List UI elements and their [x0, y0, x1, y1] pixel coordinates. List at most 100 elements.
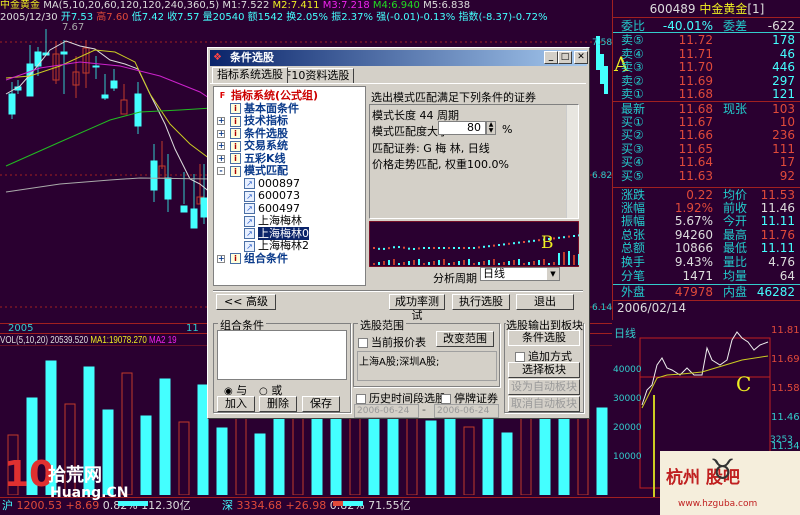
choose-block-button[interactable]: 选择板块: [508, 362, 580, 378]
watermark-hzguba: 杭州 股吧 ♉ www.hzguba.com: [660, 451, 800, 515]
tree-item-label: 模式匹配: [244, 164, 288, 177]
delete-button[interactable]: 删除: [259, 396, 297, 412]
stock-name: 中金黄金: [0, 0, 40, 11]
dialog-titlebar[interactable]: ❖ 条件选股 _ □ ✕: [210, 50, 588, 66]
pattern-volume: [568, 251, 570, 265]
tree-item[interactable]: - i 模式匹配: [217, 164, 288, 177]
output-block-field[interactable]: 条件选股: [508, 330, 580, 346]
current-quote-checkbox[interactable]: 当前报价表: [358, 334, 426, 350]
expand-icon[interactable]: +: [217, 154, 225, 163]
date-separator: -: [422, 403, 426, 416]
match-spinner[interactable]: ▲ ▼: [486, 121, 496, 135]
tree-item[interactable]: + i 交易系统: [217, 140, 288, 152]
tree-item[interactable]: + i 条件选股: [217, 127, 288, 140]
volume-bar: [159, 378, 171, 495]
row-label: 买③: [621, 141, 644, 156]
date-tick: 2005: [8, 323, 34, 334]
pattern-point: [538, 239, 540, 242]
bar-date: 2005/12/30: [0, 12, 58, 23]
expand-icon[interactable]: +: [217, 117, 225, 125]
tree-item[interactable]: ↗ 上海梅林: [244, 215, 302, 227]
match-threshold-input[interactable]: 80: [438, 121, 486, 135]
pattern-volume: [578, 254, 579, 265]
add-button[interactable]: 加入: [217, 396, 255, 412]
advanced-button[interactable]: << 高级: [216, 294, 276, 310]
tree-item[interactable]: + i 组合条件: [217, 252, 288, 265]
pattern-point: [433, 247, 435, 249]
tree-item[interactable]: + i 技术指标: [217, 115, 288, 127]
minimize-button[interactable]: _: [544, 51, 558, 64]
weibi-value: -40.01%: [662, 19, 713, 33]
row-price: 11.71: [678, 46, 713, 61]
pattern-volume: [388, 260, 390, 265]
expand-icon[interactable]: +: [217, 142, 225, 150]
chevron-down-icon[interactable]: ▼: [547, 268, 559, 280]
chart-icon: ↗: [244, 215, 255, 227]
annotation-b: B: [541, 233, 554, 253]
tree-item[interactable]: i 基本面条件: [230, 102, 299, 115]
stat-row: 总张 94260 最高 11.76: [613, 228, 800, 242]
success-rate-test-button[interactable]: 成功率测试: [389, 294, 445, 322]
pattern-volume: [453, 262, 455, 265]
amount: 额1542: [247, 12, 284, 23]
cancel-auto-block-button[interactable]: 取消自动板块: [508, 396, 580, 412]
sz-index[interactable]: 深 3334.68 +26.98 0.82% 71.55亿: [222, 498, 411, 514]
candle-body: [60, 51, 68, 55]
pattern-point: [403, 246, 405, 249]
set-auto-block-button[interactable]: 设为自动板块: [508, 379, 580, 395]
row-label: 卖⑤: [621, 33, 644, 47]
row-volume: 10: [779, 114, 795, 129]
candle-body: [600, 54, 604, 84]
quote-date-row: 2006/02/14: [613, 300, 800, 315]
pattern-point: [478, 246, 480, 249]
date-to-input[interactable]: 2006-06-24: [434, 404, 499, 418]
pattern-volume: [563, 252, 565, 265]
stat-value: 11.46: [760, 200, 795, 215]
indicator-icon: i: [230, 128, 241, 139]
period-label: 分析周期: [433, 272, 477, 285]
collapse-icon[interactable]: -: [217, 167, 225, 175]
volume-bar: [425, 420, 437, 495]
exit-button[interactable]: 退出: [516, 294, 574, 310]
indicator-icon: i: [230, 103, 241, 114]
date-from-input[interactable]: 2006-06-24: [354, 404, 419, 418]
change-range-button[interactable]: 改变范围: [436, 331, 494, 347]
expand-icon[interactable]: +: [217, 254, 225, 263]
peak-label: 7.67: [62, 22, 85, 33]
period-select[interactable]: 日线 ▼: [480, 267, 560, 281]
buy-row: 买⑤ 11.63 92: [613, 169, 800, 183]
watermark-shihuang: 10 拾荒网 Huang.CN: [4, 455, 139, 503]
expand-icon[interactable]: +: [217, 129, 225, 138]
condition-box: 模式长度 44 周期 模式匹配度大于 80 ▲ ▼ % 匹配证券: G 梅 林, …: [369, 104, 579, 219]
tab-f10-screening[interactable]: F10资料选股: [280, 68, 355, 83]
tree-item[interactable]: ↗ 600073: [244, 190, 300, 202]
tree-item[interactable]: F 指标系统(公式组): [217, 90, 318, 102]
tree-item-label: 指标系统(公式组): [231, 89, 319, 102]
execute-screening-button[interactable]: 执行选股: [452, 294, 510, 310]
tree-item-label: 上海梅林: [258, 214, 302, 227]
stat-value: 94260: [674, 227, 713, 242]
pattern-point: [523, 241, 525, 243]
save-button[interactable]: 保存: [302, 396, 340, 412]
combo-list[interactable]: [217, 330, 347, 380]
close: 收7.57: [167, 12, 200, 23]
ma3-value: M3:7.218: [322, 0, 370, 11]
row-label: 卖②: [621, 73, 644, 88]
tree-item[interactable]: ↗ 000897: [244, 177, 300, 190]
close-button[interactable]: ✕: [574, 51, 588, 64]
tree-item[interactable]: ↗ 上海梅林0: [244, 226, 309, 240]
pattern-point: [468, 247, 470, 249]
scrollbar[interactable]: [566, 105, 578, 218]
maximize-button[interactable]: □: [558, 51, 572, 64]
candle-body: [92, 65, 100, 68]
tree-item[interactable]: ↗ 上海梅林2: [244, 240, 309, 252]
formula-tree[interactable]: F 指标系统(公式组) i 基本面条件 + i 技术指标 + i 条件选股 + i 交易系统 + i 五彩K线…: [213, 86, 366, 286]
stat-row: 分笔 1471 均量 64: [613, 269, 800, 283]
tree-item[interactable]: ↗ 600497: [244, 202, 300, 215]
tab-indicator-screening[interactable]: 指标系统选股: [212, 67, 288, 83]
pattern-volume: [408, 261, 410, 265]
pattern-point: [428, 247, 430, 249]
tree-item[interactable]: + i 五彩K线: [217, 152, 286, 165]
pattern-point: [448, 247, 450, 249]
pattern-point: [443, 247, 445, 249]
